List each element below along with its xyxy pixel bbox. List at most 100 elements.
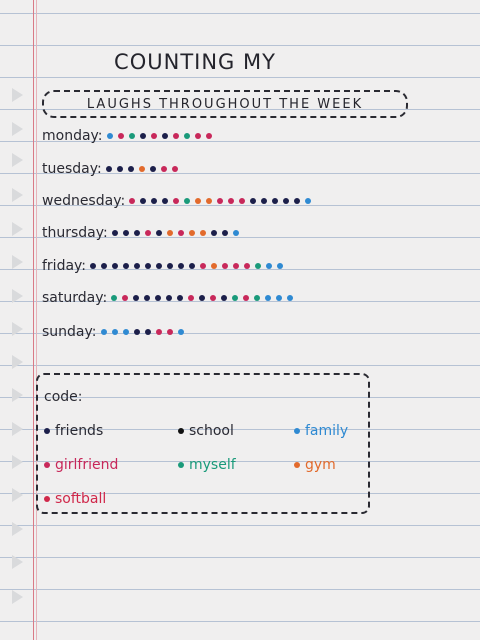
laugh-dot-girlfriend [144, 230, 151, 236]
laugh-dots [100, 329, 189, 335]
laugh-dot-gym [138, 166, 145, 172]
laugh-dot-girlfriend [243, 295, 250, 301]
laugh-dots [90, 263, 288, 269]
laugh-dot-gym [166, 230, 173, 236]
triangle-marker [12, 388, 23, 402]
laugh-dot-friends [294, 198, 301, 204]
legend-title: code: [44, 389, 83, 405]
laugh-dot-family [266, 263, 273, 269]
laugh-dot-girlfriend [200, 263, 207, 269]
laugh-dot-friends [221, 230, 228, 236]
day-label: tuesday: [42, 161, 102, 177]
laugh-dot-girlfriend [244, 263, 251, 269]
page-subtitle: LAUGHS THROUGHOUT THE WEEK [86, 96, 364, 112]
legend-item-friends: friends [44, 423, 103, 439]
laugh-dot-friends [116, 166, 123, 172]
laugh-dot-myself [111, 295, 118, 301]
day-label: saturday: [42, 290, 108, 306]
laugh-dot-friends [144, 329, 151, 335]
laugh-dot-friends [189, 263, 196, 269]
laugh-dot-girlfriend [188, 295, 195, 301]
page-title: COUNTING MY [114, 50, 276, 74]
day-row-sunday: sunday: [42, 322, 189, 342]
laugh-dot-friends [177, 295, 184, 301]
laugh-dot-family [111, 329, 118, 335]
laugh-dot-friends [111, 230, 118, 236]
day-row-tuesday: tuesday: [42, 159, 183, 179]
laugh-dot-family [265, 295, 272, 301]
legend-label: school [189, 423, 234, 439]
laugh-dot-girlfriend [117, 133, 124, 139]
day-label: friday: [42, 258, 87, 274]
laugh-dot-friends [166, 295, 173, 301]
laugh-dot-myself [255, 263, 262, 269]
laugh-dot-girlfriend [155, 329, 162, 335]
laugh-dot-family [177, 329, 184, 335]
laugh-dot-friends [149, 166, 156, 172]
legend-label: gym [305, 457, 336, 473]
triangle-marker [12, 222, 23, 236]
laugh-dot-friends [133, 230, 140, 236]
laugh-dots [111, 295, 298, 301]
laugh-dot-friends [145, 263, 152, 269]
laugh-dot-gym [206, 198, 213, 204]
laugh-dot-myself [232, 295, 239, 301]
day-label: sunday: [42, 324, 97, 340]
laugh-dot-friends [167, 263, 174, 269]
laugh-dot-girlfriend [217, 198, 224, 204]
laugh-dot-girlfriend [171, 166, 178, 172]
legend-item-myself: myself [178, 457, 236, 473]
triangle-marker [12, 590, 23, 604]
day-label: wednesday: [42, 193, 126, 209]
laugh-dot-friends [156, 263, 163, 269]
laugh-dot-girlfriend [222, 263, 229, 269]
laugh-dot-friends [250, 198, 257, 204]
triangle-marker [12, 255, 23, 269]
laugh-dot-friends [161, 133, 168, 139]
triangle-marker [12, 322, 23, 336]
laugh-dot-gym [195, 198, 202, 204]
laugh-dot-family [276, 295, 283, 301]
notebook-page: COUNTING MY LAUGHS THROUGHOUT THE WEEK m… [0, 0, 480, 640]
laugh-dot-myself [184, 198, 191, 204]
laugh-dot-friends [123, 263, 130, 269]
laugh-dot-girlfriend [160, 166, 167, 172]
legend-item-school: school [178, 423, 234, 439]
legend-item-gym: gym [294, 457, 336, 473]
laugh-dot-friends [144, 295, 151, 301]
legend-label: softball [55, 491, 107, 507]
laugh-dot-friends [139, 133, 146, 139]
laugh-dot-friends [133, 295, 140, 301]
day-row-monday: monday: [42, 126, 217, 146]
legend-box: code: friends school family girlfriend m… [36, 373, 370, 514]
page-subtitle-banner: LAUGHS THROUGHOUT THE WEEK [42, 90, 408, 118]
triangle-marker [12, 289, 23, 303]
laugh-dot-myself [183, 133, 190, 139]
laugh-dot-girlfriend [150, 133, 157, 139]
laugh-dot-family [305, 198, 312, 204]
laugh-dot-girlfriend [166, 329, 173, 335]
laugh-dot-friends [133, 329, 140, 335]
laugh-dot-gym [199, 230, 206, 236]
laugh-dot-friends [112, 263, 119, 269]
laugh-dot-family [106, 133, 113, 139]
laugh-dot-family [277, 263, 284, 269]
triangle-marker [12, 488, 23, 502]
laugh-dots [111, 230, 244, 236]
day-label: thursday: [42, 225, 108, 241]
laugh-dot-friends [210, 230, 217, 236]
laugh-dot-friends [221, 295, 228, 301]
triangle-marker [12, 555, 23, 569]
triangle-marker [12, 188, 23, 202]
laugh-dot-girlfriend [129, 198, 136, 204]
laugh-dot-girlfriend [205, 133, 212, 139]
laugh-dot-friends [155, 230, 162, 236]
day-row-wednesday: wednesday: [42, 191, 316, 211]
laugh-dot-girlfriend [210, 295, 217, 301]
laugh-dot-girlfriend [177, 230, 184, 236]
laugh-dot-friends [199, 295, 206, 301]
legend-dot [294, 428, 300, 434]
laugh-dots [129, 198, 316, 204]
margin-line [33, 0, 34, 640]
laugh-dot-girlfriend [173, 198, 180, 204]
